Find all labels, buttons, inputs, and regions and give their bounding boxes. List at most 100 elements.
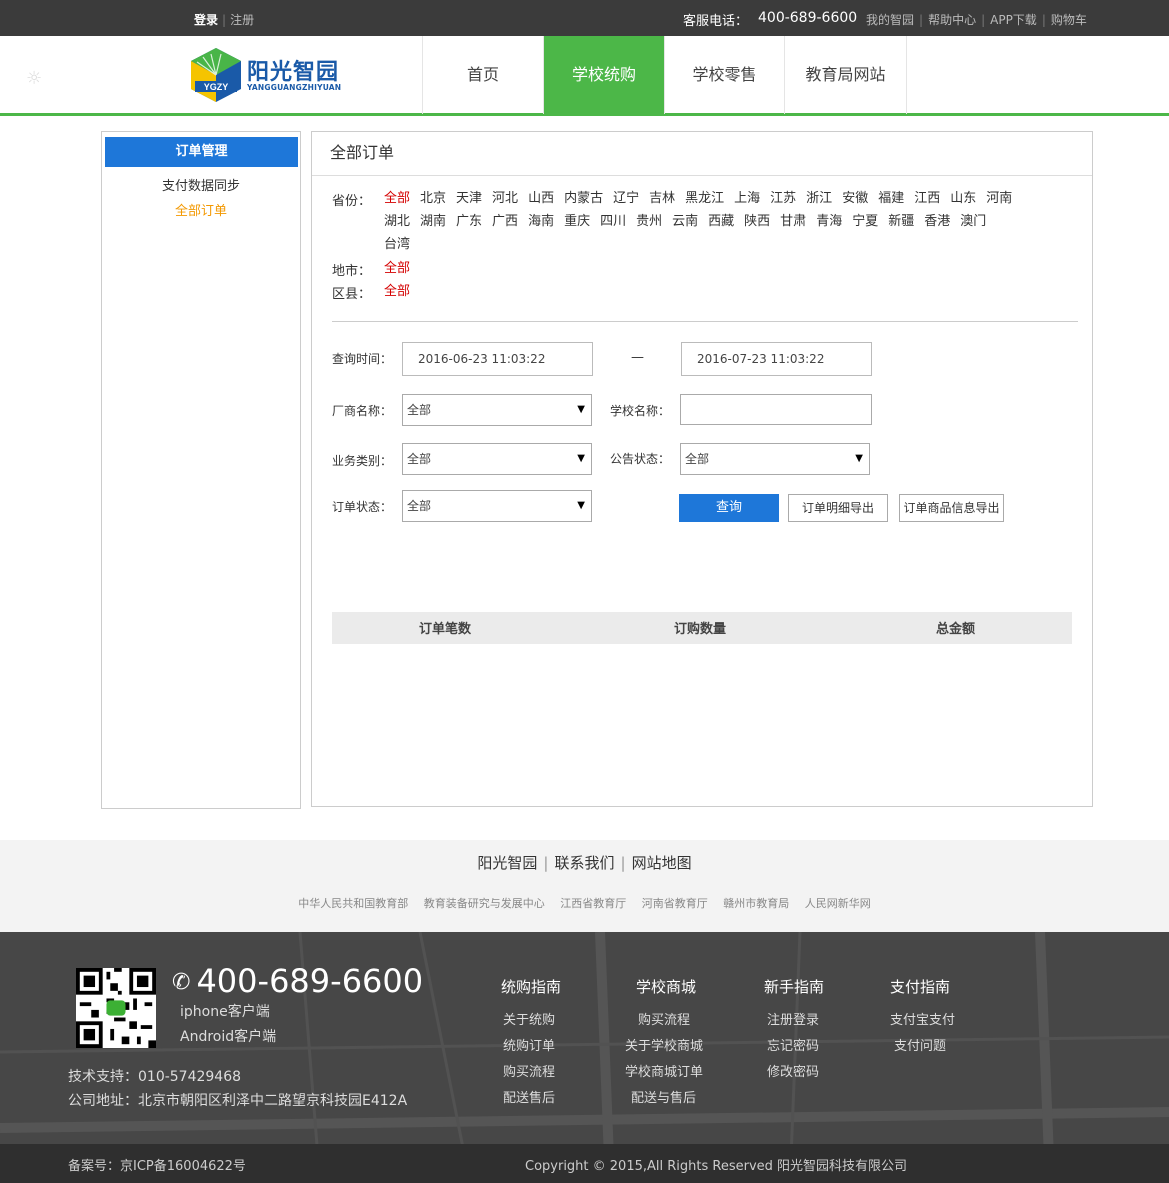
footer-column-group-buy: 统购指南 关于统购 统购订单 购买流程 配送售后 (501, 976, 561, 1112)
partner-link[interactable]: 中华人民共和国教育部 (298, 897, 408, 910)
province-list: 全部 北京 天津 河北 山西 内蒙古 辽宁 吉林 黑龙江 上海 江苏 浙江 安徽 福建 江西 山东 河南湖北 湖南… (384, 190, 1024, 259)
register-link[interactable]: 注册 (230, 13, 254, 27)
province-option[interactable]: 天津 (456, 190, 482, 213)
province-option[interactable]: 上海 (734, 190, 760, 213)
partner-link[interactable]: 赣州市教育局 (723, 897, 789, 910)
footer-link[interactable]: 配送与售后 (631, 1086, 703, 1112)
cart-link[interactable]: 购物车 (1051, 13, 1087, 27)
province-option[interactable]: 浙江 (806, 190, 832, 213)
android-client-link[interactable]: Android客户端 (180, 1026, 276, 1046)
province-option[interactable]: 贵州 (636, 213, 662, 236)
province-option[interactable]: 香港 (924, 213, 950, 236)
province-option[interactable]: 广东 (456, 213, 482, 236)
footer-link-contact[interactable]: 联系我们 (554, 854, 614, 872)
province-option[interactable]: 新疆 (888, 213, 914, 236)
summary-order-count-header: 订单笔数 (419, 622, 472, 637)
phone-label: 客服电话： (683, 14, 749, 29)
footer-link[interactable]: 关于学校商城 (625, 1034, 703, 1060)
province-option[interactable]: 河南 (986, 190, 1012, 213)
province-option[interactable]: 湖北 (384, 213, 410, 236)
query-button[interactable]: 查询 (679, 494, 779, 522)
notice-status-label: 公告状态： (610, 452, 671, 466)
province-option[interactable]: 黑龙江 (685, 190, 724, 213)
footer-link[interactable]: 忘记密码 (767, 1034, 824, 1060)
footer-link[interactable]: 购买流程 (638, 1008, 703, 1034)
province-option[interactable]: 山西 (528, 190, 554, 213)
vendor-select[interactable]: 全部 ▼ (402, 394, 592, 426)
province-option[interactable]: 广西 (492, 213, 518, 236)
app-download-link[interactable]: APP下载 (990, 13, 1037, 27)
school-input[interactable] (680, 394, 872, 425)
time-separator: — (631, 350, 644, 365)
nav-school-group-buy[interactable]: 学校统购 (544, 36, 665, 114)
footer-link[interactable]: 购买流程 (503, 1060, 561, 1086)
separator: | (1041, 13, 1046, 27)
province-option[interactable]: 陕西 (744, 213, 770, 236)
province-option[interactable]: 西藏 (708, 213, 734, 236)
start-time-input[interactable]: 2016-06-23 11:03:22 (402, 342, 593, 376)
province-option[interactable]: 吉林 (649, 190, 675, 213)
district-option-all[interactable]: 全部 (384, 283, 410, 306)
province-option[interactable]: 澳门 (960, 213, 986, 236)
province-option[interactable]: 台湾 (384, 236, 410, 259)
province-option[interactable]: 北京 (420, 190, 446, 213)
footer-link-home[interactable]: 阳光智园 (477, 854, 537, 872)
login-link[interactable]: 登录 (194, 13, 218, 27)
province-option[interactable]: 江西 (914, 190, 940, 213)
province-option[interactable]: 甘肃 (780, 213, 806, 236)
province-option[interactable]: 河北 (492, 190, 518, 213)
partner-link[interactable]: 人民网新华网 (805, 897, 871, 910)
province-option-all[interactable]: 全部 (384, 190, 410, 213)
summary-header: 订单笔数 订购数量 总金额 (332, 612, 1072, 644)
sidebar-item-payment-sync[interactable]: 支付数据同步 (102, 175, 300, 194)
city-option-all[interactable]: 全部 (384, 260, 410, 283)
iphone-client-link[interactable]: iphone客户端 (180, 1001, 270, 1021)
biz-type-select[interactable]: 全部 ▼ (402, 443, 592, 475)
province-option[interactable]: 福建 (878, 190, 904, 213)
province-option[interactable]: 云南 (672, 213, 698, 236)
separator: | (919, 13, 924, 27)
sidebar-item-all-orders[interactable]: 全部订单 (102, 200, 300, 219)
nav-school-retail[interactable]: 学校零售 (665, 36, 785, 114)
footer-link[interactable]: 支付问题 (894, 1034, 955, 1060)
nav-home[interactable]: 首页 (423, 36, 544, 114)
province-option[interactable]: 内蒙古 (564, 190, 603, 213)
province-option[interactable]: 湖南 (420, 213, 446, 236)
notice-status-select-value: 全部 (685, 452, 710, 466)
dropdown-arrow-icon: ▼ (577, 404, 585, 415)
help-center-link[interactable]: 帮助中心 (928, 13, 976, 27)
logo-badge-text: YGZY (204, 82, 229, 92)
province-option[interactable]: 安徽 (842, 190, 868, 213)
top-links: 我的智园 | 帮助中心 | APP下载 | 购物车 (866, 11, 1087, 28)
logo-mark-icon: YGZY (191, 48, 241, 102)
province-option[interactable]: 宁夏 (852, 213, 878, 236)
partner-link[interactable]: 教育装备研究与发展中心 (424, 897, 545, 910)
order-status-label: 订单状态： (332, 500, 393, 514)
site-logo[interactable]: YGZY 阳光智园 YANGGUANGZHIYUAN (191, 48, 361, 102)
footer-link[interactable]: 关于统购 (503, 1008, 561, 1034)
export-order-detail-button[interactable]: 订单明细导出 (788, 494, 888, 522)
footer-link[interactable]: 学校商城订单 (625, 1060, 703, 1086)
province-option[interactable]: 辽宁 (613, 190, 639, 213)
province-option[interactable]: 重庆 (564, 213, 590, 236)
province-option[interactable]: 山东 (950, 190, 976, 213)
footer-link[interactable]: 注册登录 (767, 1008, 824, 1034)
nav-education-bureau[interactable]: 教育局网站 (785, 36, 907, 114)
partner-link[interactable]: 河南省教育厅 (642, 897, 708, 910)
partner-link[interactable]: 江西省教育厅 (560, 897, 626, 910)
end-time-input[interactable]: 2016-07-23 11:03:22 (681, 342, 872, 376)
footer-link[interactable]: 支付宝支付 (890, 1008, 955, 1034)
province-option[interactable]: 四川 (600, 213, 626, 236)
footer-link[interactable]: 统购订单 (503, 1034, 561, 1060)
province-option[interactable]: 海南 (528, 213, 554, 236)
my-zhiyuan-link[interactable]: 我的智园 (866, 13, 914, 27)
footer-link[interactable]: 修改密码 (767, 1060, 824, 1086)
export-order-goods-button[interactable]: 订单商品信息导出 (899, 494, 1004, 522)
footer-link[interactable]: 配送售后 (503, 1086, 561, 1112)
notice-status-select[interactable]: 全部 ▼ (680, 443, 870, 475)
footer-column-title: 统购指南 (501, 978, 562, 996)
province-option[interactable]: 青海 (816, 213, 842, 236)
province-option[interactable]: 江苏 (770, 190, 796, 213)
order-status-select[interactable]: 全部 ▼ (402, 490, 592, 522)
footer-link-sitemap[interactable]: 网站地图 (632, 854, 692, 872)
